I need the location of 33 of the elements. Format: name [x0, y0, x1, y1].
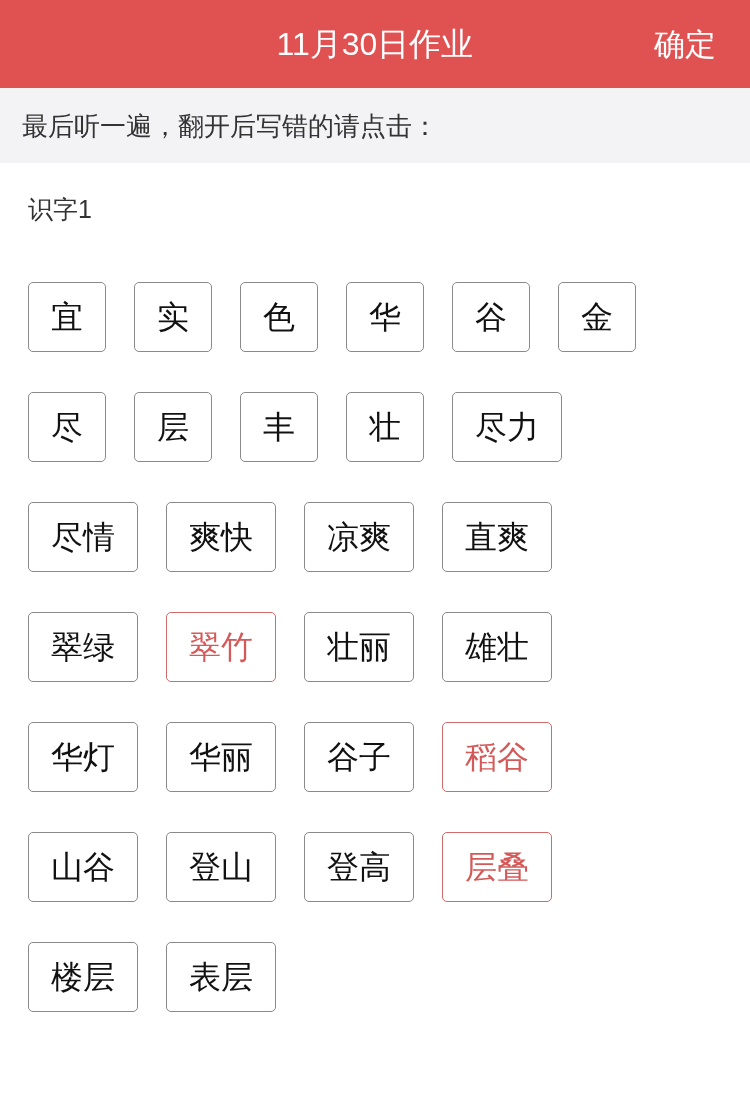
- word-tile[interactable]: 丰: [240, 392, 318, 462]
- word-tile[interactable]: 雄壮: [442, 612, 552, 682]
- word-tile[interactable]: 翠绿: [28, 612, 138, 682]
- word-tile[interactable]: 谷: [452, 282, 530, 352]
- word-tile[interactable]: 谷子: [304, 722, 414, 792]
- word-tile[interactable]: 尽力: [452, 392, 562, 462]
- word-tile[interactable]: 层: [134, 392, 212, 462]
- word-tile[interactable]: 宜: [28, 282, 106, 352]
- word-tile[interactable]: 山谷: [28, 832, 138, 902]
- word-tile[interactable]: 华灯: [28, 722, 138, 792]
- word-tile[interactable]: 华丽: [166, 722, 276, 792]
- word-tile[interactable]: 楼层: [28, 942, 138, 1012]
- word-tile[interactable]: 直爽: [442, 502, 552, 572]
- word-tile[interactable]: 尽: [28, 392, 106, 462]
- word-tile[interactable]: 表层: [166, 942, 276, 1012]
- instruction-text: 最后听一遍，翻开后写错的请点击：: [22, 112, 438, 139]
- word-tile[interactable]: 尽情: [28, 502, 138, 572]
- word-tile[interactable]: 壮: [346, 392, 424, 462]
- word-tile[interactable]: 登山: [166, 832, 276, 902]
- word-tile[interactable]: 凉爽: [304, 502, 414, 572]
- word-tile[interactable]: 实: [134, 282, 212, 352]
- word-tile[interactable]: 华: [346, 282, 424, 352]
- word-tile[interactable]: 层叠: [442, 832, 552, 902]
- section-title: 识字1: [28, 197, 92, 225]
- word-tile[interactable]: 金: [558, 282, 636, 352]
- word-tile[interactable]: 稻谷: [442, 722, 552, 792]
- confirm-button[interactable]: 确定: [654, 22, 716, 66]
- page-title: 11月30日作业: [276, 28, 474, 60]
- word-tile[interactable]: 色: [240, 282, 318, 352]
- word-tile[interactable]: 壮丽: [304, 612, 414, 682]
- word-tile[interactable]: 登高: [304, 832, 414, 902]
- word-tile[interactable]: 爽快: [166, 502, 276, 572]
- word-tile[interactable]: 翠竹: [166, 612, 276, 682]
